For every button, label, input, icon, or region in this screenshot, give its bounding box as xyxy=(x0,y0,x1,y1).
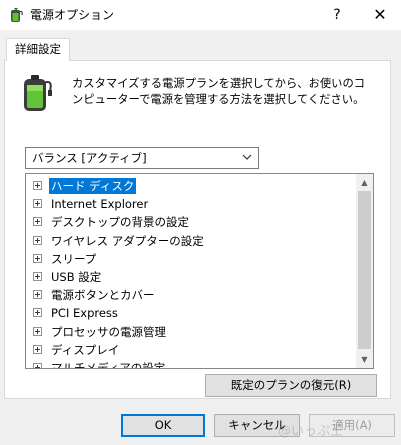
description-text: カスタマイズする電源プランを選択してから、お使いのコンピューターで電源を管理する… xyxy=(72,77,366,106)
expand-plus-icon[interactable] xyxy=(33,235,42,245)
tree-item[interactable]: ワイヤレス アダプターの設定 xyxy=(26,232,356,250)
tree-item-label: USB 設定 xyxy=(51,270,102,284)
tree-item-label: PCI Express xyxy=(51,306,118,321)
tree-item-label: マルチメディアの設定 xyxy=(51,361,166,369)
close-button[interactable]: ✕ xyxy=(360,0,400,30)
tree-item-label: ワイヤレス アダプターの設定 xyxy=(51,233,204,248)
expand-plus-icon[interactable] xyxy=(33,272,42,281)
tree-item[interactable]: ハード ディスク xyxy=(26,177,356,195)
tree-item[interactable]: プロセッサの電源管理 xyxy=(26,323,356,341)
tree-item[interactable]: USB 設定 xyxy=(26,268,356,286)
scrollbar-thumb[interactable] xyxy=(358,191,371,349)
tree-item-label: Internet Explorer xyxy=(51,197,149,212)
expand-plus-icon[interactable] xyxy=(33,308,42,318)
expand-plus-icon[interactable] xyxy=(33,181,42,190)
restore-default-plan-button[interactable]: 既定のプランの復元(R) xyxy=(205,374,377,397)
expand-plus-icon[interactable] xyxy=(33,344,42,354)
tree-item-label: ハード ディスク xyxy=(49,178,137,194)
power-options-icon xyxy=(11,8,23,22)
tab-advanced-settings[interactable]: 詳細設定 xyxy=(6,38,70,61)
ok-button[interactable]: OK xyxy=(121,414,205,437)
power-plan-value: バランス [アクティブ] xyxy=(32,151,147,165)
tree-item[interactable]: スリープ xyxy=(26,250,356,268)
window-title: 電源オプション xyxy=(30,8,115,22)
tree-item[interactable]: マルチメディアの設定 xyxy=(26,359,356,369)
battery-plan-icon xyxy=(24,75,52,111)
tree-item[interactable]: デスクトップの背景の設定 xyxy=(26,213,356,231)
chevron-down-icon xyxy=(242,154,252,160)
expand-plus-icon[interactable] xyxy=(33,290,42,300)
tree-item-label: ディスプレイ xyxy=(51,342,120,357)
tree-item-label: 電源ボタンとカバー xyxy=(51,288,155,303)
scroll-up-arrow-icon[interactable]: ▲ xyxy=(356,174,373,191)
expand-plus-icon[interactable] xyxy=(33,199,42,209)
settings-tree[interactable]: ハード ディスク Internet Explorer デスクトップの背景の設定 ワイヤ… xyxy=(25,173,374,369)
scroll-down-arrow-icon[interactable]: ▼ xyxy=(356,351,373,368)
watermark-text: @いっぷ王 xyxy=(278,424,344,439)
tree-item[interactable]: ディスプレイ xyxy=(26,341,356,359)
expand-plus-icon[interactable] xyxy=(33,253,42,263)
expand-plus-icon[interactable] xyxy=(33,363,42,368)
tree-item-label: スリープ xyxy=(51,251,97,266)
tree-item-label: デスクトップの背景の設定 xyxy=(51,215,189,230)
tree-item-label: プロセッサの電源管理 xyxy=(51,324,166,339)
tree-item[interactable]: PCI Express xyxy=(26,304,356,322)
power-plan-dropdown[interactable]: バランス [アクティブ] xyxy=(25,147,259,169)
help-button[interactable]: ? xyxy=(319,0,355,30)
expand-plus-icon[interactable] xyxy=(33,217,42,227)
tree-item[interactable]: 電源ボタンとカバー xyxy=(26,286,356,304)
tree-scrollbar[interactable]: ▲ ▼ xyxy=(356,174,373,368)
tree-item[interactable]: Internet Explorer xyxy=(26,195,356,213)
expand-plus-icon[interactable] xyxy=(33,326,42,336)
